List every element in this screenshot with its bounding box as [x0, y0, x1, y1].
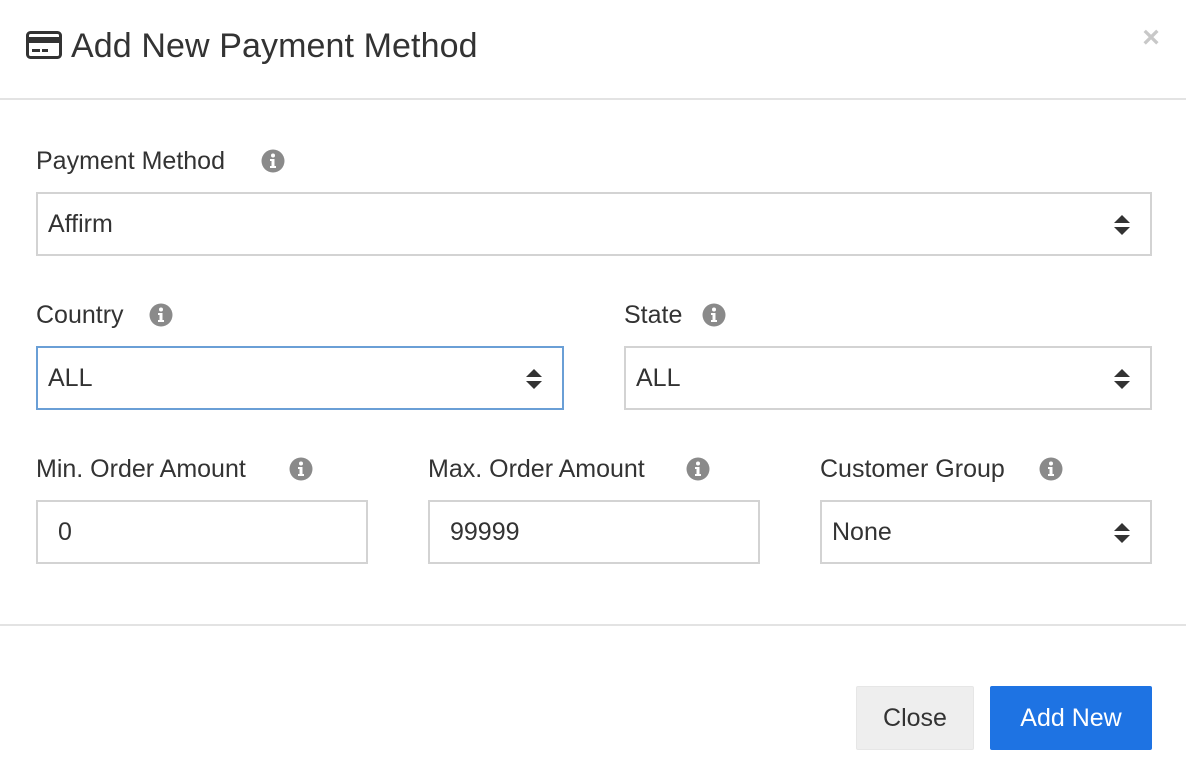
footer-divider	[0, 624, 1186, 626]
dialog-header: Add New Payment Method ×	[0, 0, 1186, 100]
close-button[interactable]: Close	[856, 686, 974, 750]
info-icon[interactable]	[686, 457, 710, 481]
payment-method-value: Affirm	[48, 210, 113, 238]
info-icon[interactable]	[289, 457, 313, 481]
add-payment-method-dialog: Add New Payment Method × Payment Method …	[0, 0, 1186, 782]
max-order-amount-value: 99999	[450, 518, 520, 546]
country-label: Country	[36, 301, 124, 329]
min-order-amount-input[interactable]: 0	[36, 500, 368, 564]
payment-method-select[interactable]: Affirm	[36, 192, 1152, 256]
info-icon[interactable]	[261, 149, 285, 173]
info-icon[interactable]	[1039, 457, 1063, 481]
credit-card-icon	[26, 31, 62, 59]
select-arrows-icon	[526, 369, 542, 389]
close-icon[interactable]: ×	[1139, 23, 1163, 53]
state-select[interactable]: ALL	[624, 346, 1152, 410]
max-order-amount-label: Max. Order Amount	[428, 455, 645, 483]
min-order-amount-value: 0	[58, 518, 72, 546]
max-order-amount-input[interactable]: 99999	[428, 500, 760, 564]
dialog-title: Add New Payment Method	[71, 27, 478, 65]
state-value: ALL	[636, 364, 681, 392]
add-new-button[interactable]: Add New	[990, 686, 1152, 750]
info-icon[interactable]	[702, 303, 726, 327]
info-icon[interactable]	[149, 303, 173, 327]
min-order-amount-label: Min. Order Amount	[36, 455, 246, 483]
country-select[interactable]: ALL	[36, 346, 564, 410]
select-arrows-icon	[1114, 523, 1130, 543]
customer-group-select[interactable]: None	[820, 500, 1152, 564]
select-arrows-icon	[1114, 215, 1130, 235]
payment-method-label: Payment Method	[36, 147, 225, 175]
customer-group-label: Customer Group	[820, 455, 1005, 483]
customer-group-value: None	[832, 518, 892, 546]
state-label: State	[624, 301, 683, 329]
select-arrows-icon	[1114, 369, 1130, 389]
country-value: ALL	[48, 364, 93, 392]
